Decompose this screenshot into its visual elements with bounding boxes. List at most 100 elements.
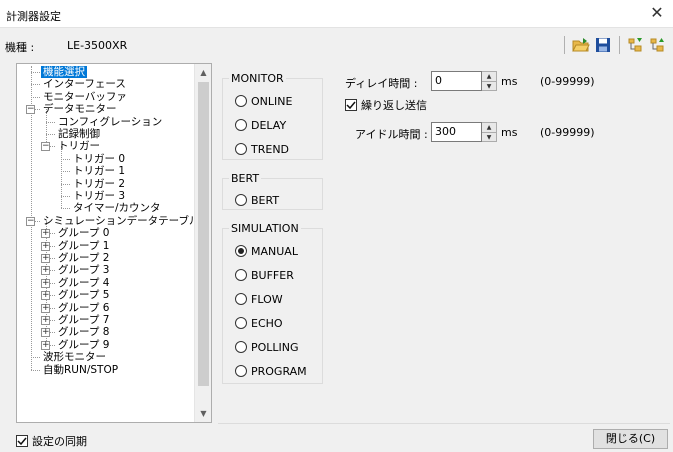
tree-yellow-icon[interactable] bbox=[648, 35, 668, 55]
radio-bert[interactable]: BERT bbox=[235, 192, 279, 208]
expand-icon[interactable]: + bbox=[41, 229, 50, 239]
radio-manual[interactable]: MANUAL bbox=[235, 243, 298, 259]
radio-flow[interactable]: FLOW bbox=[235, 291, 283, 307]
tree-item[interactable]: トリガー 0 bbox=[71, 153, 127, 165]
open-folder-icon[interactable] bbox=[571, 35, 591, 55]
tree-item[interactable]: グループ 7 bbox=[56, 314, 111, 326]
tree-green-icon[interactable] bbox=[626, 35, 646, 55]
tree-item-label: グループ 3 bbox=[58, 264, 110, 277]
radio-circle bbox=[235, 365, 247, 377]
expand-icon[interactable]: + bbox=[41, 340, 50, 350]
idle-input[interactable]: 300 bbox=[431, 122, 482, 142]
expand-icon[interactable]: + bbox=[41, 266, 50, 276]
tree-item[interactable]: 機能選択 bbox=[41, 66, 87, 78]
tree-item[interactable]: グループ 0 bbox=[56, 227, 111, 239]
tree-item[interactable]: グループ 3 bbox=[56, 264, 111, 276]
radio-program[interactable]: PROGRAM bbox=[235, 363, 307, 379]
tree-connector bbox=[61, 158, 70, 160]
idle-spin-buttons[interactable]: ▲ ▼ bbox=[482, 122, 497, 142]
radio-trend[interactable]: TREND bbox=[235, 141, 289, 157]
tree-item-label: データモニター bbox=[43, 103, 117, 116]
delay-input[interactable]: 0 bbox=[431, 71, 482, 91]
tree-item[interactable]: グループ 1 bbox=[56, 240, 111, 252]
tree-connector bbox=[31, 357, 40, 359]
checkbox-box bbox=[16, 435, 28, 447]
tree-item[interactable]: トリガー 1 bbox=[71, 165, 127, 177]
tree-item[interactable]: 波形モニター bbox=[41, 351, 108, 363]
tree-item[interactable]: モニターバッファ bbox=[41, 91, 129, 103]
delay-range: (0-99999) bbox=[540, 75, 595, 88]
function-tree[interactable]: 機能選択 インターフェース モニターバッファ − データモニター コンフィグレーション 記録… bbox=[16, 63, 212, 423]
idle-spinbox[interactable]: 300 ▲ ▼ bbox=[431, 122, 497, 142]
tree-item[interactable]: コンフィグレーション bbox=[56, 116, 164, 128]
radio-buffer[interactable]: BUFFER bbox=[235, 267, 294, 283]
tree-item[interactable]: グループ 2 bbox=[56, 252, 111, 264]
radio-label: DELAY bbox=[251, 118, 287, 132]
delay-spin-buttons[interactable]: ▲ ▼ bbox=[482, 71, 497, 91]
tree-item[interactable]: 記録制御 bbox=[56, 128, 102, 140]
close-button[interactable]: 閉じる(C) bbox=[593, 429, 668, 449]
radio-delay[interactable]: DELAY bbox=[235, 117, 286, 133]
spin-up-icon[interactable]: ▲ bbox=[482, 72, 496, 82]
tree-item[interactable]: データモニター bbox=[41, 103, 119, 115]
tree-item[interactable]: トリガー 3 bbox=[71, 190, 127, 202]
radio-online[interactable]: ONLINE bbox=[235, 93, 292, 109]
delay-unit: ms bbox=[501, 75, 518, 88]
model-label: 機種 : bbox=[5, 41, 35, 54]
simulation-group: SIMULATION MANUAL BUFFER FLOW ECHO POLLI… bbox=[222, 222, 323, 384]
delay-label: ディレイ時間 : bbox=[345, 77, 418, 90]
tree-item[interactable]: グループ 4 bbox=[56, 277, 111, 289]
collapse-icon[interactable]: − bbox=[26, 216, 35, 226]
radio-label: POLLING bbox=[251, 340, 299, 354]
radio-circle bbox=[235, 95, 247, 107]
tree-item[interactable]: トリガー 2 bbox=[71, 178, 127, 190]
tree-connector bbox=[61, 183, 70, 185]
scroll-thumb[interactable] bbox=[198, 82, 209, 386]
radio-selected-dot bbox=[238, 248, 244, 254]
radio-echo[interactable]: ECHO bbox=[235, 315, 283, 331]
delay-spinbox[interactable]: 0 ▲ ▼ bbox=[431, 71, 497, 91]
radio-label: TREND bbox=[251, 142, 290, 156]
tree-item[interactable]: グループ 8 bbox=[56, 326, 111, 338]
scroll-up-icon[interactable]: ▲ bbox=[195, 64, 211, 81]
radio-label: BERT bbox=[251, 193, 280, 207]
radio-circle bbox=[235, 119, 247, 131]
expand-icon[interactable]: + bbox=[41, 303, 50, 313]
expand-icon[interactable]: + bbox=[41, 254, 50, 263]
tree-item[interactable]: インターフェース bbox=[41, 78, 128, 90]
tree-item[interactable]: シミュレーションデータテーブル bbox=[41, 215, 194, 227]
collapse-icon[interactable]: − bbox=[26, 105, 35, 115]
tree-item-label: グループ 9 bbox=[58, 338, 110, 351]
collapse-icon[interactable]: − bbox=[41, 142, 50, 152]
tree-item-label: グループ 1 bbox=[58, 239, 110, 252]
tree-item[interactable]: グループ 6 bbox=[56, 302, 111, 314]
repeat-send-checkbox[interactable]: 繰り返し送信 bbox=[345, 97, 427, 113]
tree-connector bbox=[61, 196, 70, 197]
tree-item[interactable]: トリガー bbox=[56, 140, 102, 152]
checkmark-icon bbox=[17, 437, 27, 446]
spin-up-icon[interactable]: ▲ bbox=[482, 123, 496, 133]
expand-icon[interactable]: + bbox=[41, 278, 50, 288]
expand-icon[interactable]: + bbox=[41, 316, 50, 325]
tree-item[interactable]: タイマー/カウンタ bbox=[71, 202, 163, 214]
expand-icon[interactable]: + bbox=[41, 328, 50, 338]
tree-item-label: グループ 2 bbox=[58, 252, 110, 264]
tree-item-label: グループ 7 bbox=[58, 314, 110, 326]
radio-circle bbox=[235, 194, 247, 206]
spin-down-icon[interactable]: ▼ bbox=[482, 82, 496, 91]
tree-item[interactable]: 自動RUN/STOP bbox=[41, 364, 120, 376]
tree-scrollbar[interactable]: ▲ ▼ bbox=[194, 64, 211, 422]
tree-item[interactable]: グループ 5 bbox=[56, 289, 111, 301]
tree-item[interactable]: グループ 9 bbox=[56, 339, 111, 351]
expand-icon[interactable]: + bbox=[41, 241, 50, 251]
model-row: 機種 : LE-3500XR bbox=[0, 30, 673, 60]
close-icon[interactable]: ✕ bbox=[647, 3, 667, 23]
idle-label: アイドル時間 : bbox=[355, 128, 428, 141]
expand-icon[interactable]: + bbox=[41, 291, 50, 301]
radio-polling[interactable]: POLLING bbox=[235, 339, 299, 355]
sync-settings-checkbox[interactable]: 設定の同期 bbox=[16, 433, 87, 449]
scroll-down-icon[interactable]: ▼ bbox=[195, 405, 211, 422]
radio-circle bbox=[235, 341, 247, 353]
save-icon[interactable] bbox=[593, 35, 613, 55]
spin-down-icon[interactable]: ▼ bbox=[482, 133, 496, 142]
